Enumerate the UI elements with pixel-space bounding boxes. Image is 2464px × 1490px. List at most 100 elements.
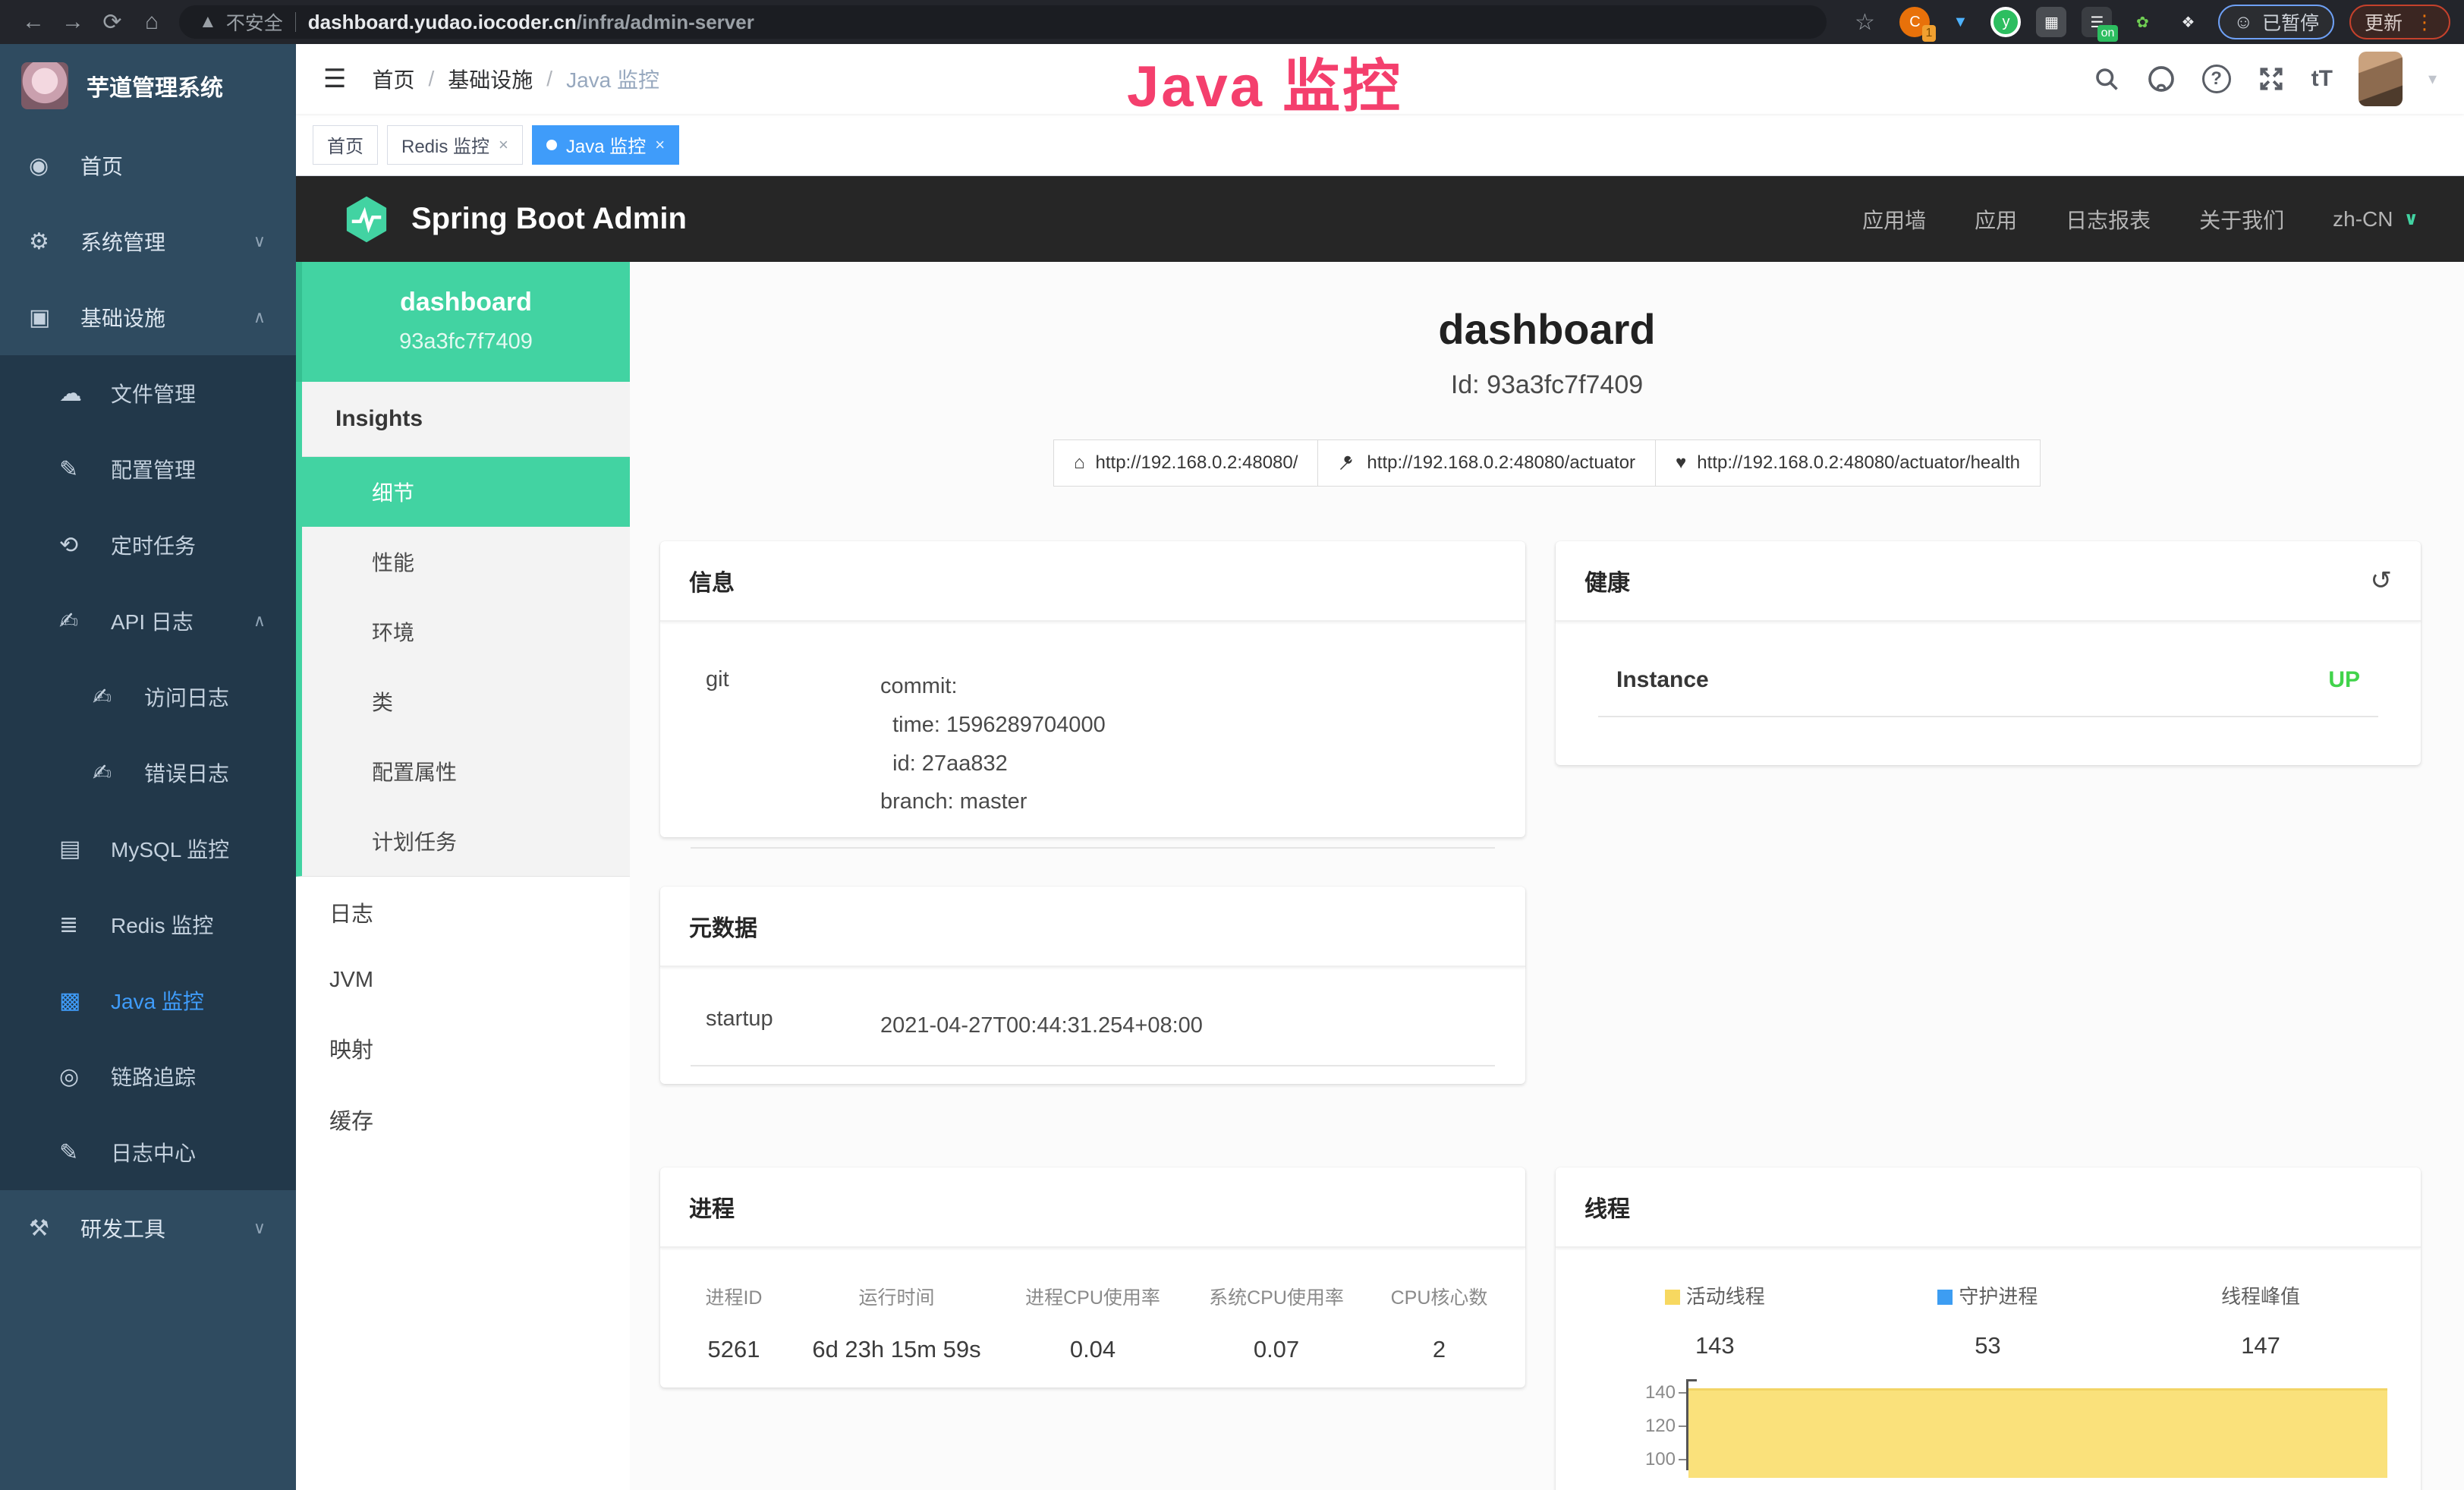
divider <box>691 1065 1495 1066</box>
close-icon[interactable]: × <box>499 135 508 155</box>
sba-item-metrics[interactable]: 性能 <box>302 527 630 597</box>
home-icon: ⌂ <box>1074 452 1085 474</box>
sidebar-item-api-logs[interactable]: ✍ API 日志 ∧ <box>0 583 296 659</box>
search-icon[interactable] <box>2093 65 2120 93</box>
github-icon[interactable] <box>2146 64 2176 94</box>
health-instance-label[interactable]: Instance <box>1616 667 1709 693</box>
url-host[interactable]: dashboard.yudao.iocoder.cn <box>308 11 577 34</box>
health-card-title: 健康 <box>1584 564 1630 597</box>
sba-item-scheduled-tasks[interactable]: 计划任务 <box>302 806 630 876</box>
extension-on-icon[interactable]: ☰on <box>2082 7 2112 37</box>
divider <box>295 12 296 32</box>
breadcrumb-infrastructure[interactable]: 基础设施 <box>448 64 533 94</box>
infrastructure-submenu: ☁ 文件管理 ✎ 配置管理 ⟲ 定时任务 ✍ API 日志 ∧ ✍ <box>0 355 296 1190</box>
sidebar-item-files[interactable]: ☁ 文件管理 <box>0 355 296 431</box>
hamburger-icon[interactable]: ☰ <box>323 64 346 94</box>
chart-y-axis: 140 120 100 <box>1629 1379 1686 1470</box>
sidebar-item-log-center[interactable]: ✎ 日志中心 <box>0 1114 296 1190</box>
home-icon[interactable]: ⌂ <box>132 9 172 35</box>
left-column: 信息 git commit: time: 1596289704000 id: 2… <box>660 541 1525 1388</box>
extensions-puzzle-icon[interactable]: ❖ <box>2173 7 2203 37</box>
threads-values: 143 53 147 <box>1556 1309 2421 1359</box>
url-path[interactable]: /infra/admin-server <box>577 11 754 34</box>
breadcrumb-current: Java 监控 <box>566 64 659 94</box>
sidebar-item-error-logs[interactable]: ✍ 错误日志 <box>0 735 296 811</box>
process-card: 进程 进程ID 运行时间 进程CPU使用率 系统CPU使用率 CPU核心数 <box>660 1167 1525 1388</box>
eye-icon: ◎ <box>59 1063 93 1090</box>
threads-card: 线程 活动线程 守护进程 <box>1556 1167 2421 1490</box>
process-uptime: 6d 23h 15m 59s <box>792 1336 1001 1363</box>
browser-menu-icon[interactable]: ⋮ <box>2415 11 2435 34</box>
sba-language-select[interactable]: zh-CN ∨ <box>2333 207 2418 232</box>
sidebar-item-infrastructure[interactable]: ▣ 基础设施 ∧ <box>0 279 296 355</box>
cpu-cores: 2 <box>1368 1336 1510 1363</box>
sidebar-item-config[interactable]: ✎ 配置管理 <box>0 431 296 507</box>
sba-menu-journal[interactable]: 日志报表 <box>2066 204 2151 235</box>
sba-item-config-props[interactable]: 配置属性 <box>302 736 630 806</box>
font-size-icon[interactable]: tT <box>2311 66 2333 92</box>
sidebar-item-dev-tools[interactable]: ⚒ 研发工具 ∨ <box>0 1190 296 1266</box>
threads-card-title: 线程 <box>1584 1190 1630 1224</box>
fullscreen-icon[interactable] <box>2257 65 2286 93</box>
bookmark-star-icon[interactable]: ☆ <box>1845 9 1884 36</box>
browser-chrome: ← → ⟳ ⌂ ▲ 不安全 dashboard.yudao.iocoder.cn… <box>0 0 2464 44</box>
back-icon[interactable]: ← <box>14 9 53 35</box>
history-icon[interactable]: ↺ <box>2371 565 2393 596</box>
sba-menu-about[interactable]: 关于我们 <box>2199 204 2284 235</box>
actuator-url-link[interactable]: http://192.168.0.2:48080/actuator <box>1318 439 1656 487</box>
sba-logo-icon <box>341 194 392 244</box>
sba-item-caches[interactable]: 缓存 <box>296 1084 630 1155</box>
threads-chart: 140 120 100 <box>1629 1379 2387 1470</box>
extension-pin-icon[interactable]: ▼ <box>1945 7 1975 37</box>
security-label[interactable]: 不安全 <box>226 8 283 36</box>
sidebar-item-access-logs[interactable]: ✍ 访问日志 <box>0 659 296 735</box>
update-button[interactable]: 更新 ⋮ <box>2349 5 2450 39</box>
extension-grid-icon[interactable]: ▦ <box>2036 7 2066 37</box>
sidebar-item-home[interactable]: ◉ 首页 <box>0 128 296 203</box>
sba-item-jvm[interactable]: JVM <box>296 948 630 1013</box>
process-table: 进程ID 运行时间 进程CPU使用率 系统CPU使用率 CPU核心数 5261 … <box>660 1248 1525 1403</box>
app-logo <box>21 62 68 109</box>
sidebar-item-scheduled-jobs[interactable]: ⟲ 定时任务 <box>0 507 296 583</box>
forward-icon[interactable]: → <box>53 9 93 35</box>
user-avatar[interactable] <box>2359 52 2403 106</box>
instance-name: dashboard <box>310 288 622 317</box>
breadcrumb-home[interactable]: 首页 <box>372 64 414 94</box>
sba-menu-wallboard[interactable]: 应用墙 <box>1862 204 1926 235</box>
gear-icon: ⚙ <box>29 228 62 255</box>
toolbox-icon: ⚒ <box>29 1215 62 1242</box>
peak-threads-value: 147 <box>2124 1332 2397 1359</box>
sba-menu-applications[interactable]: 应用 <box>1975 204 2017 235</box>
help-icon[interactable]: ? <box>2202 65 2231 93</box>
sba-item-classes[interactable]: 类 <box>302 666 630 736</box>
service-url-link[interactable]: ⌂ http://192.168.0.2:48080/ <box>1053 439 1318 487</box>
notebook-icon: ✎ <box>59 1139 93 1166</box>
chevron-down-icon: ∨ <box>2404 208 2419 230</box>
sidebar-item-java-monitor[interactable]: ▩ Java 监控 <box>0 962 296 1038</box>
health-url-link[interactable]: ♥ http://192.168.0.2:48080/actuator/heal… <box>1656 439 2041 487</box>
tag-home[interactable]: 首页 <box>313 125 378 165</box>
extension-leaf-icon[interactable]: ✿ <box>2127 7 2157 37</box>
sba-item-logs[interactable]: 日志 <box>296 877 630 948</box>
close-icon[interactable]: × <box>655 135 665 155</box>
sidebar-item-system[interactable]: ⚙ 系统管理 ∨ <box>0 203 296 279</box>
sba-item-environment[interactable]: 环境 <box>302 597 630 666</box>
sba-item-mappings[interactable]: 映射 <box>296 1013 630 1084</box>
sidebar-item-redis-monitor[interactable]: ≣ Redis 监控 <box>0 887 296 962</box>
paused-badge[interactable]: ☺ 已暂停 <box>2218 5 2334 39</box>
sidebar-item-mysql-monitor[interactable]: ▤ MySQL 监控 <box>0 811 296 887</box>
metadata-card-title: 元数据 <box>689 909 757 943</box>
sba-item-details[interactable]: 细节 <box>296 457 630 527</box>
user-menu-caret-icon[interactable]: ▾ <box>2428 69 2437 89</box>
metadata-card: 元数据 startup 2021-04-27T00:44:31.254+08:0… <box>660 887 1525 1084</box>
heart-icon: ♥ <box>1676 452 1686 474</box>
address-bar[interactable]: ▲ 不安全 dashboard.yudao.iocoder.cn/infra/a… <box>179 5 1827 39</box>
tag-java-monitor[interactable]: Java 监控 × <box>532 125 679 165</box>
extension-orange-icon[interactable]: C1 <box>1899 7 1930 37</box>
reload-icon[interactable]: ⟳ <box>93 9 132 36</box>
sba-brand[interactable]: Spring Boot Admin <box>341 194 687 244</box>
extension-y-icon[interactable]: y <box>1990 7 2021 37</box>
instance-header[interactable]: dashboard 93a3fc7f7409 <box>296 262 630 382</box>
sidebar-item-tracing[interactable]: ◎ 链路追踪 <box>0 1038 296 1114</box>
tag-redis-monitor[interactable]: Redis 监控 × <box>387 125 523 165</box>
